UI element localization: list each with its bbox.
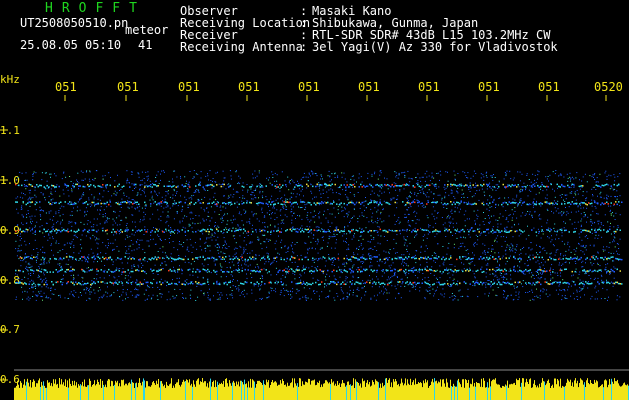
axis-ticks <box>0 95 607 381</box>
signal-level-bars <box>14 378 629 400</box>
signal-traces <box>15 183 623 286</box>
spectrogram-plot <box>0 95 629 400</box>
spectrogram-noise <box>15 170 621 301</box>
